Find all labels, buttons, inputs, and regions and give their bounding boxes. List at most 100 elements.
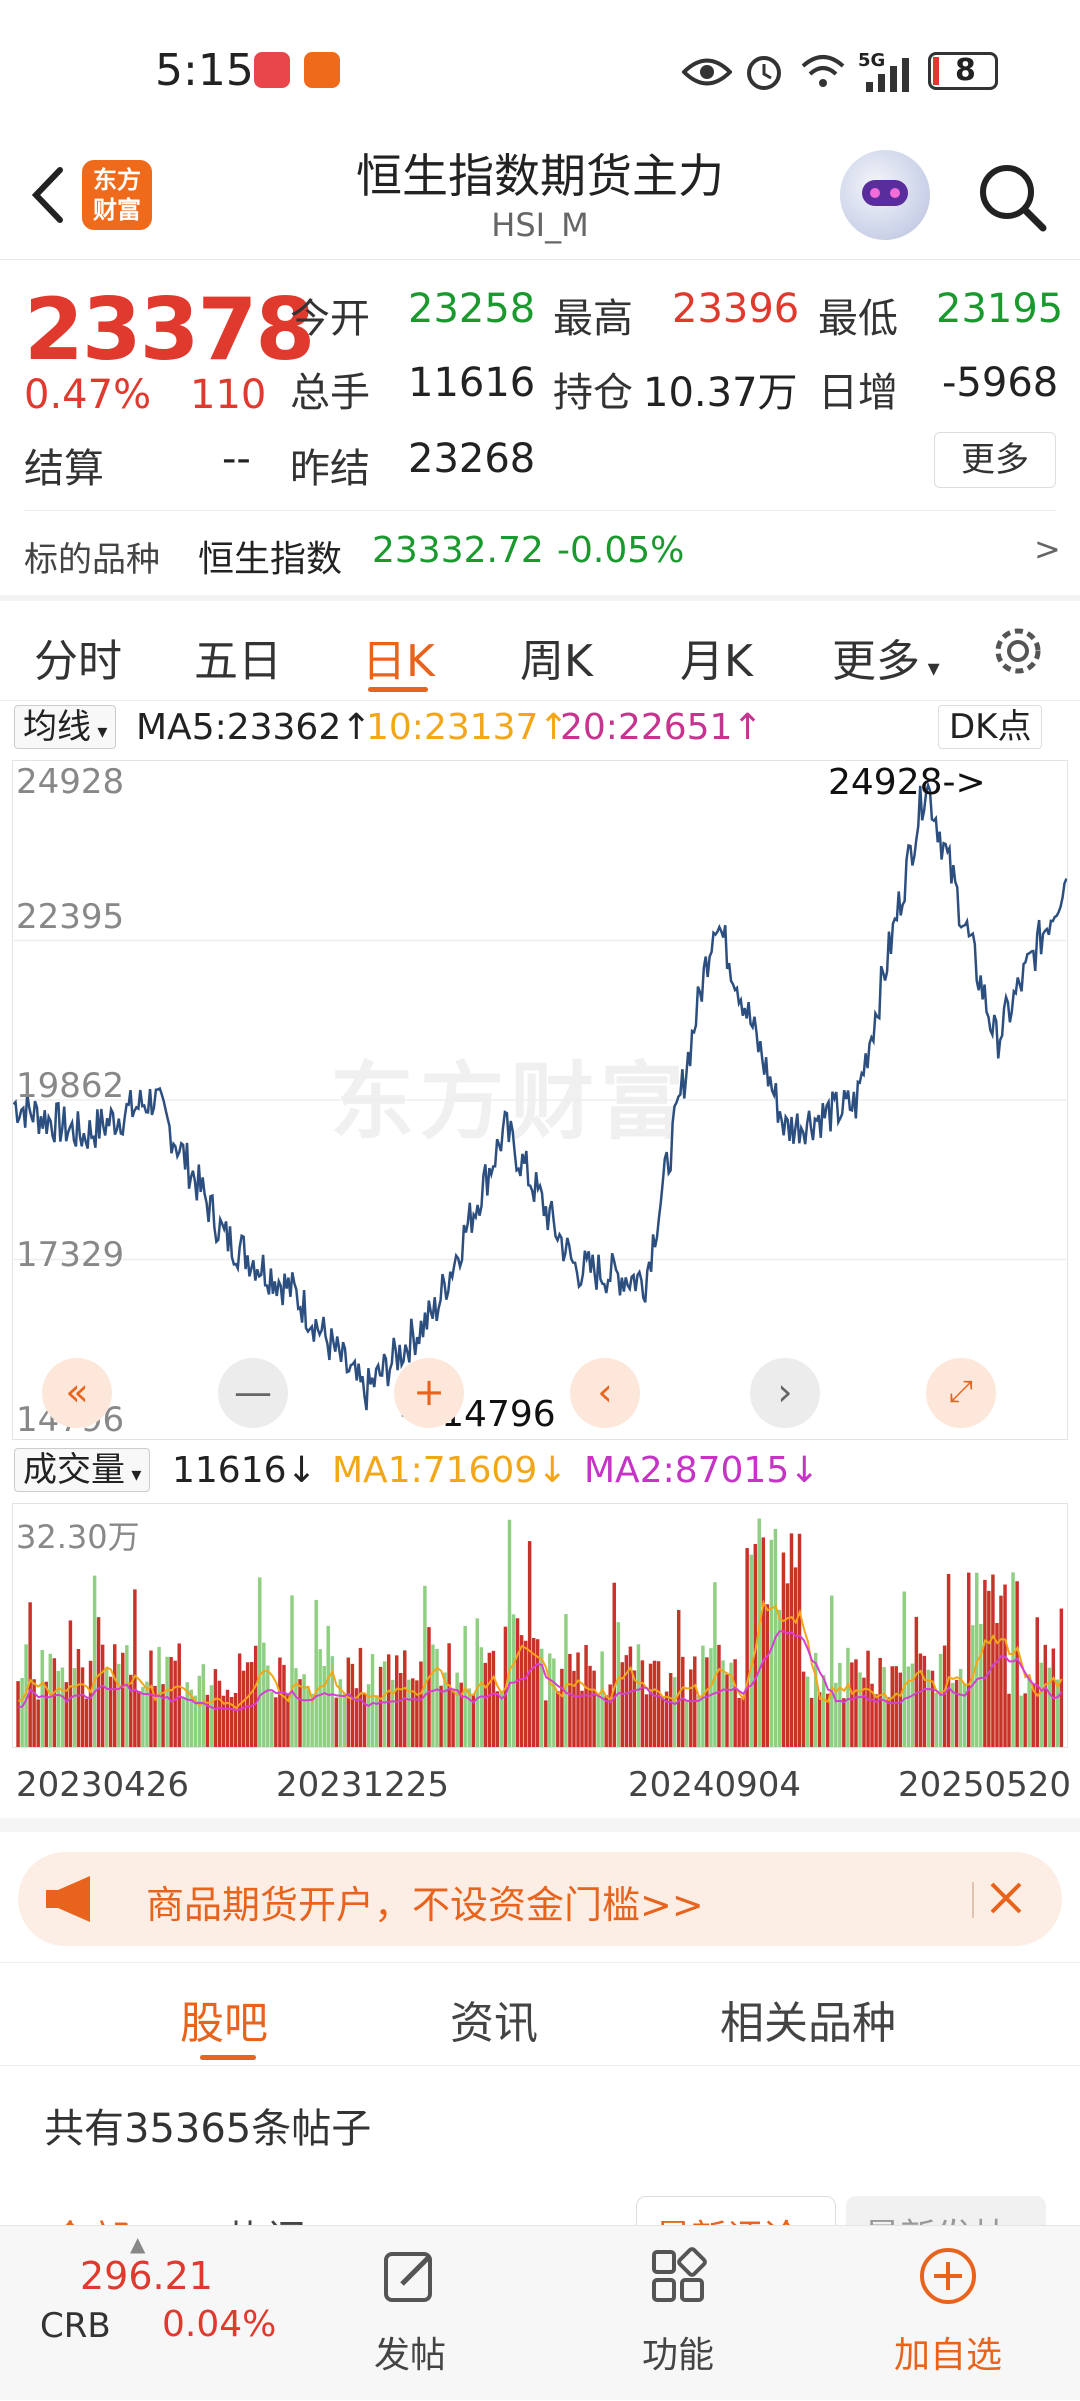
volume-bar — [80, 1667, 85, 1747]
tab-five-day[interactable]: 五日 — [194, 625, 282, 689]
volume-bar — [40, 1649, 44, 1747]
tab-more[interactable]: 更多 ▾ — [832, 625, 940, 689]
underlying-percent: -0.05% — [557, 530, 685, 571]
volume-bar — [197, 1675, 202, 1747]
alarm-icon — [747, 56, 781, 90]
section-separator — [0, 1818, 1080, 1832]
volume-bar — [842, 1698, 846, 1747]
assistant-robot-icon[interactable] — [840, 150, 930, 240]
volume-bar — [253, 1645, 258, 1747]
tab-monthly-k[interactable]: 月K — [680, 625, 753, 689]
volume-bar — [318, 1649, 322, 1747]
volume-bar — [181, 1697, 185, 1747]
gear-icon[interactable] — [990, 623, 1046, 679]
volume-bar — [431, 1644, 435, 1747]
volume-bar — [749, 1554, 753, 1747]
tab-news[interactable]: 资讯 — [450, 1987, 538, 2051]
close-icon[interactable] — [978, 1870, 1034, 1926]
volume-bar — [946, 1574, 951, 1747]
zoom-in-icon[interactable]: + — [394, 1358, 464, 1428]
tab-related[interactable]: 相关品种 — [720, 1987, 896, 2051]
more-button[interactable]: 更多 — [934, 432, 1056, 488]
volume-bar — [350, 1663, 355, 1747]
volume-bar — [439, 1685, 443, 1747]
rewind-icon[interactable]: « — [42, 1358, 112, 1428]
volume-bar — [999, 1595, 1003, 1747]
volume-bar — [411, 1678, 415, 1747]
notification-app-icon — [304, 52, 340, 88]
promo-text: 商品期货开户，不设资金门槛>> — [146, 1883, 704, 1927]
volume-bar — [382, 1661, 387, 1747]
volume-selector[interactable]: 成交量 ▾ — [14, 1448, 151, 1492]
y-label: 22395 — [16, 897, 125, 937]
crb-name[interactable]: CRB — [40, 2306, 111, 2346]
volume-bar — [789, 1533, 794, 1747]
volume-bar — [390, 1679, 395, 1747]
active-tab-indicator — [200, 2055, 256, 2060]
volume-bar — [809, 1697, 814, 1747]
volume-bar — [475, 1618, 480, 1747]
dk-point-button[interactable]: DK点 — [938, 705, 1043, 749]
scroll-left-icon[interactable]: ‹ — [570, 1358, 640, 1428]
promo-banner[interactable]: 商品期货开户，不设资金门槛>> — [18, 1852, 1062, 1946]
volume-bar — [177, 1643, 181, 1747]
tab-minute[interactable]: 分时 — [34, 625, 122, 689]
change-value: 110 — [190, 372, 267, 418]
volume-bar — [447, 1643, 451, 1747]
fullscreen-icon[interactable]: ⤢ — [926, 1358, 996, 1428]
tab-weekly-k[interactable]: 周K — [520, 625, 593, 689]
volume-bar — [270, 1691, 274, 1747]
volume-bar — [1035, 1617, 1039, 1747]
tab-daily-k[interactable]: 日K — [362, 625, 435, 689]
volume-bar — [507, 1519, 512, 1747]
volume-bar — [358, 1647, 363, 1747]
add-watchlist-button[interactable]: 加自选 — [868, 2226, 1028, 2401]
status-time: 5:15 — [155, 45, 254, 96]
volume-bar — [644, 1694, 649, 1747]
volume-bar — [552, 1658, 556, 1747]
volume-bar — [334, 1697, 339, 1747]
quote-panel: 23378 0.47% 110 今开 23258 最高 23396 最低 231… — [0, 260, 1080, 595]
ma-selector[interactable]: 均线 ▾ — [14, 705, 117, 749]
volume-bar — [258, 1577, 262, 1747]
underlying-label: 标的品种 — [24, 540, 160, 580]
low-label: 最低 — [818, 296, 898, 342]
scroll-right-icon[interactable]: › — [750, 1358, 820, 1428]
price-line — [13, 780, 1067, 1411]
crb-value[interactable]: 296.21 — [80, 2254, 213, 2298]
volume-bar — [290, 1595, 294, 1747]
volume-bar — [640, 1660, 645, 1747]
wifi-icon — [801, 55, 845, 87]
function-button[interactable]: 功能 — [598, 2226, 758, 2401]
volume-bar — [84, 1698, 89, 1747]
volume-bar — [225, 1689, 230, 1747]
volume-bar — [133, 1589, 137, 1747]
price-chart[interactable] — [12, 760, 1068, 1440]
ma10-value: 10:23137↑ — [366, 707, 569, 748]
underlying-name[interactable]: 恒生指数 — [198, 530, 342, 582]
volume-bar — [527, 1541, 532, 1747]
search-icon[interactable] — [975, 160, 1050, 235]
volume-bar — [28, 1602, 32, 1747]
volume-bar — [1039, 1662, 1043, 1747]
volume-chart[interactable] — [12, 1503, 1068, 1748]
post-button[interactable]: 发帖 — [330, 2226, 490, 2401]
volume-bar — [1023, 1693, 1027, 1747]
volume-bar — [129, 1674, 133, 1747]
volume-bar — [741, 1696, 745, 1747]
post-count: 共有35365条帖子 — [44, 2106, 372, 2152]
date-label: 20250520 — [898, 1765, 1072, 1805]
add-watchlist-label: 加自选 — [893, 2335, 1002, 2376]
volume-bar — [713, 1582, 717, 1747]
tab-guba[interactable]: 股吧 — [180, 1987, 268, 2051]
underlying-arrow[interactable]: > — [1034, 530, 1061, 568]
crb-percent[interactable]: 0.04% — [162, 2304, 276, 2345]
volume-bar — [88, 1660, 93, 1747]
volume-bar — [685, 1700, 689, 1747]
volume-bar — [201, 1664, 206, 1747]
volume-bar — [620, 1662, 625, 1747]
volume-bar — [612, 1582, 616, 1747]
zoom-out-icon[interactable]: — — [218, 1358, 288, 1428]
volume-bar — [451, 1690, 455, 1747]
volume-bar — [495, 1691, 500, 1747]
